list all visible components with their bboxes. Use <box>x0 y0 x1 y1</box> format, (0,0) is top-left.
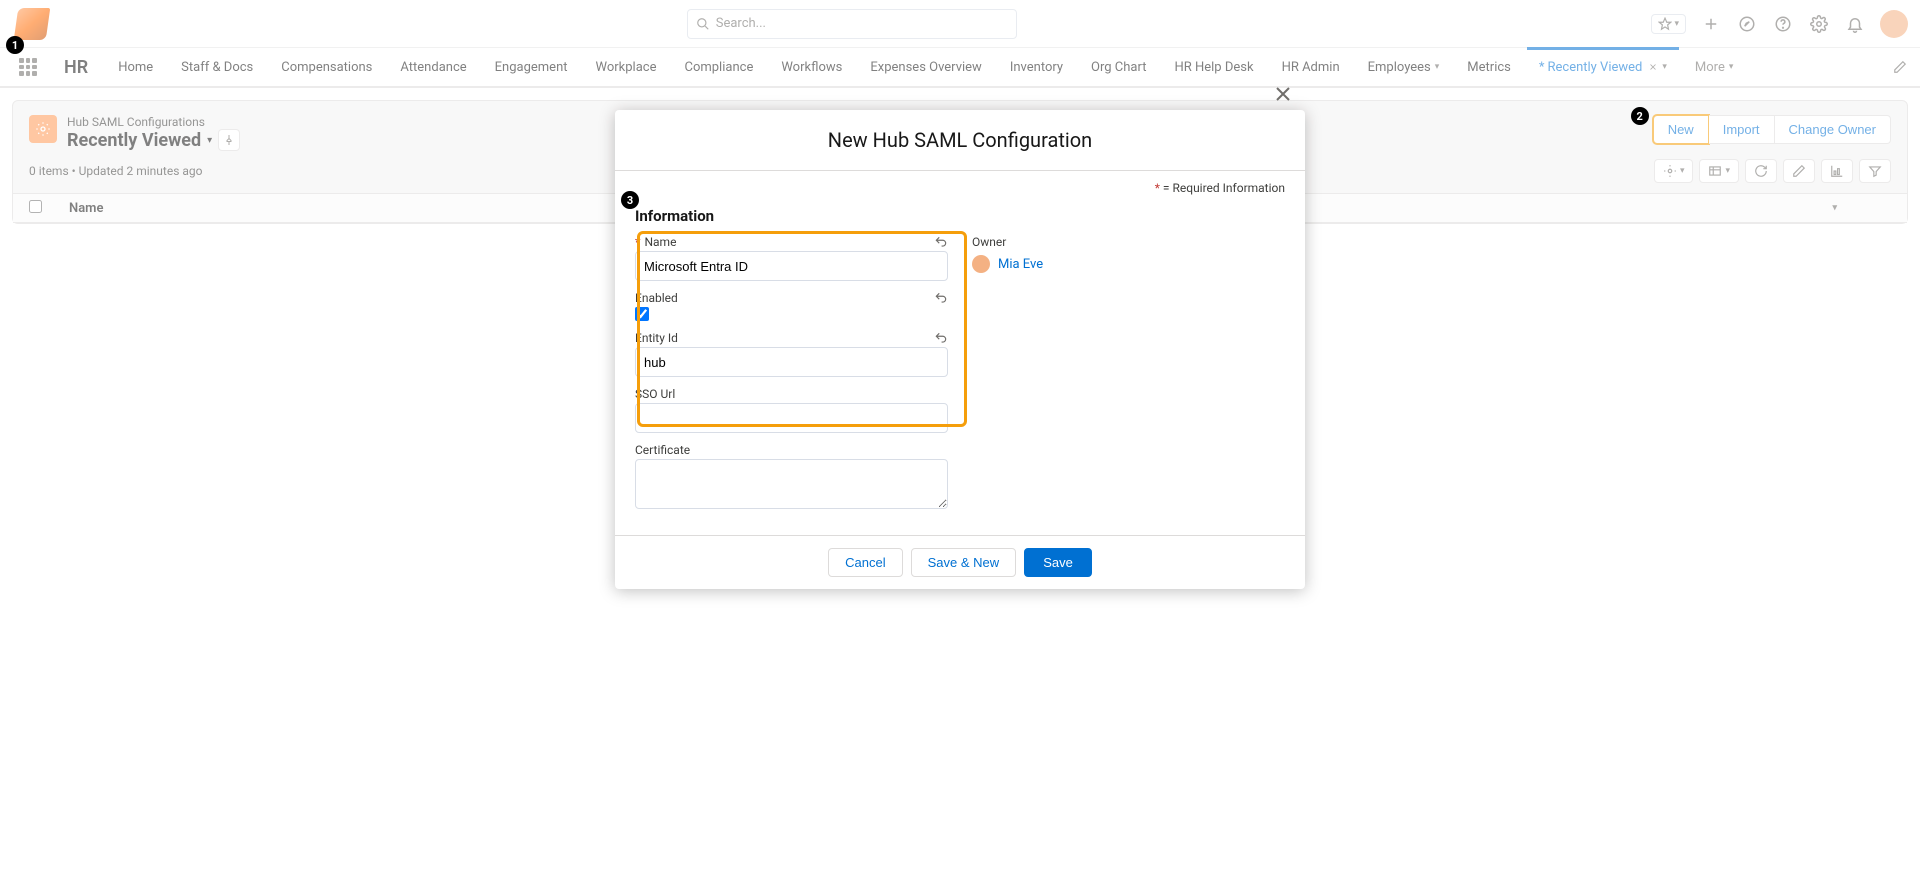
certificate-input[interactable] <box>635 459 948 509</box>
undo-icon <box>934 331 948 345</box>
modal-title: New Hub SAML Configuration <box>615 110 1305 170</box>
modal-backdrop: New Hub SAML Configuration * = Required … <box>0 0 1920 870</box>
required-note: * = Required Information <box>615 171 1305 201</box>
modal-footer: Cancel Save & New Save <box>615 535 1305 589</box>
x-icon <box>1271 82 1295 106</box>
new-record-modal: New Hub SAML Configuration * = Required … <box>615 110 1305 589</box>
sso-url-input[interactable] <box>635 403 948 433</box>
step-badge-1: 1 <box>6 36 24 54</box>
undo-icon <box>934 291 948 305</box>
sso-url-label: SSO Url <box>635 387 675 401</box>
owner-value[interactable]: Mia Eve <box>972 255 1285 273</box>
cancel-button[interactable]: Cancel <box>828 548 902 577</box>
owner-avatar <box>972 255 990 273</box>
section-information: Information <box>615 201 1305 231</box>
certificate-label: Certificate <box>635 443 690 457</box>
undo-button[interactable] <box>934 331 948 345</box>
name-label: Name <box>644 235 676 249</box>
step-badge-2: 2 <box>1631 107 1649 125</box>
name-input[interactable] <box>635 251 948 281</box>
enabled-label: Enabled <box>635 291 678 305</box>
enabled-checkbox[interactable] <box>635 307 649 321</box>
save-and-new-button[interactable]: Save & New <box>911 548 1017 577</box>
undo-button[interactable] <box>934 235 948 249</box>
undo-button[interactable] <box>934 291 948 305</box>
modal-close-button[interactable] <box>1271 82 1295 106</box>
save-button[interactable]: Save <box>1024 548 1092 577</box>
owner-label: Owner <box>972 235 1006 249</box>
step-badge-3: 3 <box>621 191 639 209</box>
undo-icon <box>934 235 948 249</box>
entity-id-label: Entity Id <box>635 331 678 345</box>
entity-id-input[interactable] <box>635 347 948 377</box>
